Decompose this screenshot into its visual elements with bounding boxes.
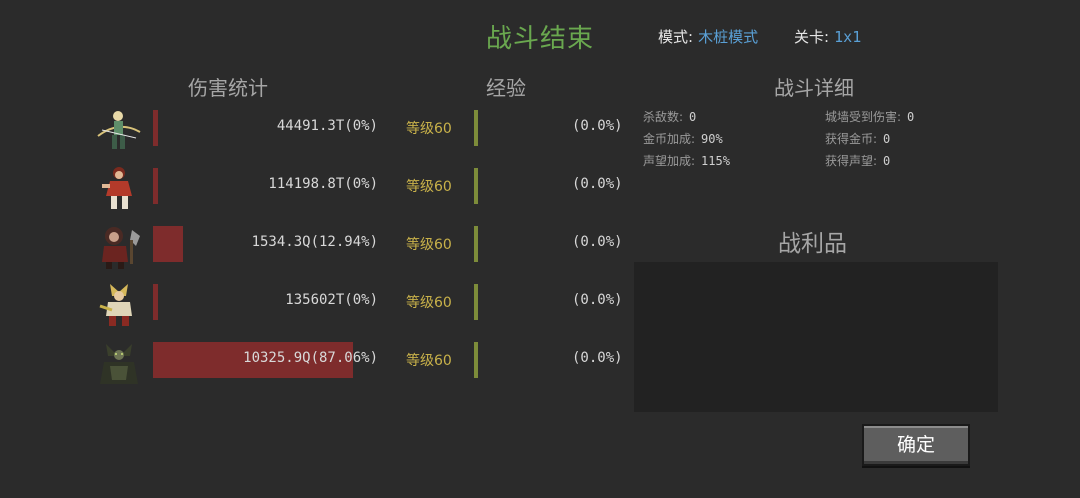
hero-level: 等级60 — [406, 179, 452, 195]
exp-value: (0.0%) — [572, 234, 623, 250]
exp-bar — [474, 168, 478, 204]
exp-bar — [474, 284, 478, 320]
hero-row: 114198.8T(0%) 等级60 (0.0%) — [0, 164, 640, 209]
damage-bar — [153, 226, 183, 262]
exp-bar — [474, 110, 478, 146]
damage-value: 135602T(0%) — [285, 292, 378, 308]
mode-value: 木桩模式 — [698, 28, 759, 46]
stat-fame-bonus-label: 声望加成: — [643, 154, 696, 168]
stage-info: 关卡: 1x1 — [794, 26, 861, 47]
stat-wall-damage-value: 0 — [907, 110, 915, 124]
stat-wall-damage-label: 城墙受到伤害: — [825, 110, 902, 124]
battle-details-heading: 战斗详细 — [774, 76, 854, 100]
stat-fame-bonus-value: 115% — [701, 154, 730, 168]
exp-value: (0.0%) — [572, 292, 623, 308]
stat-gold-gained: 获得金币: 0 — [825, 130, 890, 147]
stat-gold-bonus-value: 90% — [701, 132, 723, 146]
stat-gold-bonus: 金币加成: 90% — [643, 130, 723, 147]
hero-dark-shaman-icon — [100, 344, 138, 384]
hero-fighter-icon — [102, 167, 132, 209]
stat-wall-damage: 城墙受到伤害: 0 — [825, 108, 914, 125]
stat-kills-value: 0 — [689, 110, 697, 124]
hero-archer-icon — [97, 111, 141, 149]
mode-label: 模式: — [658, 28, 694, 46]
stage-label: 关卡: — [794, 28, 830, 46]
damage-bar — [153, 110, 158, 146]
damage-value: 1534.3Q(12.94%) — [251, 234, 378, 250]
damage-stats-heading: 伤害统计 — [188, 76, 268, 100]
stat-fame-gained-label: 获得声望: — [825, 154, 878, 168]
stat-gold-gained-label: 获得金币: — [825, 132, 878, 146]
stat-gold-bonus-label: 金币加成: — [643, 132, 696, 146]
stat-gold-gained-value: 0 — [883, 132, 891, 146]
hero-row: 10325.9Q(87.06%) 等级60 (0.0%) — [0, 338, 640, 384]
hero-level: 等级60 — [406, 353, 452, 369]
loot-heading: 战利品 — [778, 231, 847, 257]
damage-bar — [153, 284, 158, 320]
hero-row: 1534.3Q(12.94%) 等级60 (0.0%) — [0, 222, 640, 269]
hero-paladin-icon — [99, 284, 132, 326]
exp-value: (0.0%) — [572, 350, 623, 366]
stat-kills-label: 杀敌数: — [643, 110, 684, 124]
hero-beast-warrior-icon — [102, 227, 140, 269]
hero-level: 等级60 — [406, 237, 452, 253]
hero-level: 等级60 — [406, 121, 452, 137]
stage-value: 1x1 — [834, 28, 862, 46]
hero-row: 44491.3T(0%) 等级60 (0.0%) — [0, 106, 640, 150]
mode-info: 模式: 木桩模式 — [658, 26, 758, 47]
stat-fame-gained: 获得声望: 0 — [825, 152, 890, 169]
damage-value: 10325.9Q(87.06%) — [243, 350, 378, 366]
exp-bar — [474, 342, 478, 378]
confirm-button[interactable]: 确定 — [862, 424, 970, 466]
stat-kills: 杀敌数: 0 — [643, 108, 696, 125]
experience-heading: 经验 — [486, 76, 526, 100]
damage-bar — [153, 168, 158, 204]
exp-value: (0.0%) — [572, 176, 623, 192]
battle-end-title: 战斗结束 — [486, 24, 595, 54]
exp-bar — [474, 226, 478, 262]
stat-fame-bonus: 声望加成: 115% — [643, 152, 730, 169]
damage-value: 44491.3T(0%) — [276, 118, 378, 134]
hero-row: 135602T(0%) 等级60 (0.0%) — [0, 280, 640, 326]
stat-fame-gained-value: 0 — [883, 154, 891, 168]
exp-value: (0.0%) — [572, 118, 623, 134]
loot-panel — [634, 262, 998, 412]
damage-value: 114198.8T(0%) — [268, 176, 378, 192]
hero-level: 等级60 — [406, 295, 452, 311]
